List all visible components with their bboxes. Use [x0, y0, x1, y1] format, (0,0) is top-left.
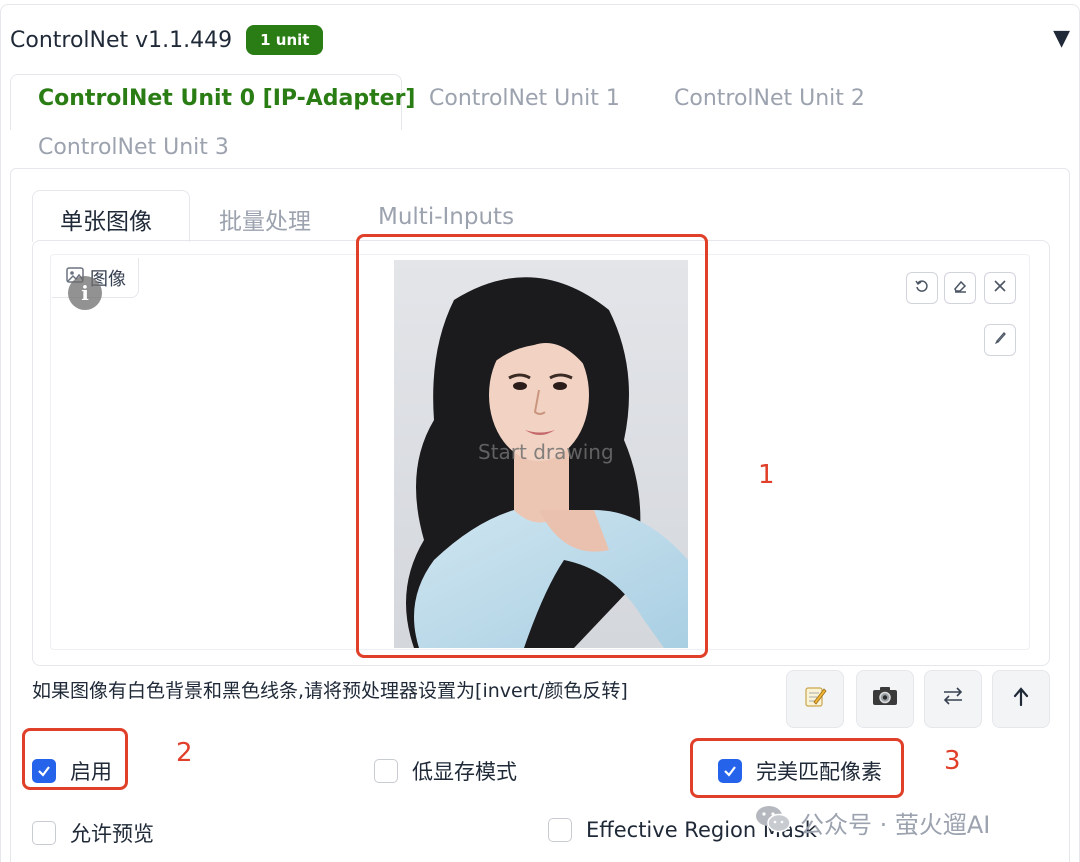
- annotation-box-3: [690, 738, 904, 798]
- upload-icon: [1011, 685, 1031, 713]
- edit-button[interactable]: [786, 670, 844, 728]
- tab-unit-3[interactable]: ControlNet Unit 3: [38, 135, 229, 160]
- swap-icon: [941, 686, 965, 712]
- swap-button[interactable]: [924, 670, 982, 728]
- tab-unit-2[interactable]: ControlNet Unit 2: [674, 86, 865, 111]
- tab-single-image[interactable]: 单张图像: [60, 202, 152, 236]
- controlnet-title: ControlNet v1.1.449: [10, 27, 233, 53]
- eraser-icon: [952, 278, 968, 298]
- tab-multi-inputs[interactable]: Multi-Inputs: [378, 204, 514, 230]
- watermark: 公众号 · 萤火遛AI: [754, 804, 990, 840]
- wechat-icon: [754, 804, 792, 840]
- camera-icon: [871, 684, 899, 714]
- send-dimensions-button[interactable]: [992, 670, 1050, 728]
- low-vram-checkbox-row[interactable]: 低显存模式: [374, 756, 517, 786]
- edit-icon: [802, 683, 828, 715]
- undo-button[interactable]: [906, 272, 938, 304]
- allow-preview-label: 允许预览: [70, 822, 154, 846]
- camera-button[interactable]: [856, 670, 914, 728]
- undo-icon: [914, 278, 930, 298]
- watermark-text: 公众号 · 萤火遛AI: [800, 810, 991, 839]
- tab-batch[interactable]: 批量处理: [219, 202, 311, 236]
- tab-unit-1[interactable]: ControlNet Unit 1: [429, 86, 620, 111]
- brush-icon: [992, 330, 1008, 350]
- annotation-box-1: [356, 234, 708, 658]
- clear-button[interactable]: [984, 272, 1016, 304]
- tab-unit-0[interactable]: ControlNet Unit 0 [IP-Adapter]: [38, 86, 415, 111]
- annotation-box-2: [22, 728, 128, 790]
- allow-preview-checkbox[interactable]: [32, 821, 56, 845]
- collapse-arrow-icon[interactable]: ▼: [1053, 26, 1070, 51]
- allow-preview-checkbox-row[interactable]: 允许预览: [32, 818, 154, 848]
- effective-region-mask-checkbox[interactable]: [548, 818, 572, 842]
- low-vram-label: 低显存模式: [412, 760, 517, 784]
- unit-count-badge: 1 unit: [246, 25, 324, 55]
- annotation-number-2: 2: [176, 738, 193, 768]
- eraser-button[interactable]: [944, 272, 976, 304]
- info-icon[interactable]: i: [68, 276, 102, 310]
- brush-button[interactable]: [984, 324, 1016, 356]
- close-icon: [993, 279, 1007, 297]
- annotation-number-1: 1: [758, 460, 775, 490]
- invert-hint-text: 如果图像有白色背景和黑色线条,请将预处理器设置为[invert/颜色反转]: [32, 680, 628, 702]
- annotation-number-3: 3: [944, 746, 961, 776]
- low-vram-checkbox[interactable]: [374, 759, 398, 783]
- controlnet-header[interactable]: ControlNet v1.1.449 1 unit: [10, 22, 324, 58]
